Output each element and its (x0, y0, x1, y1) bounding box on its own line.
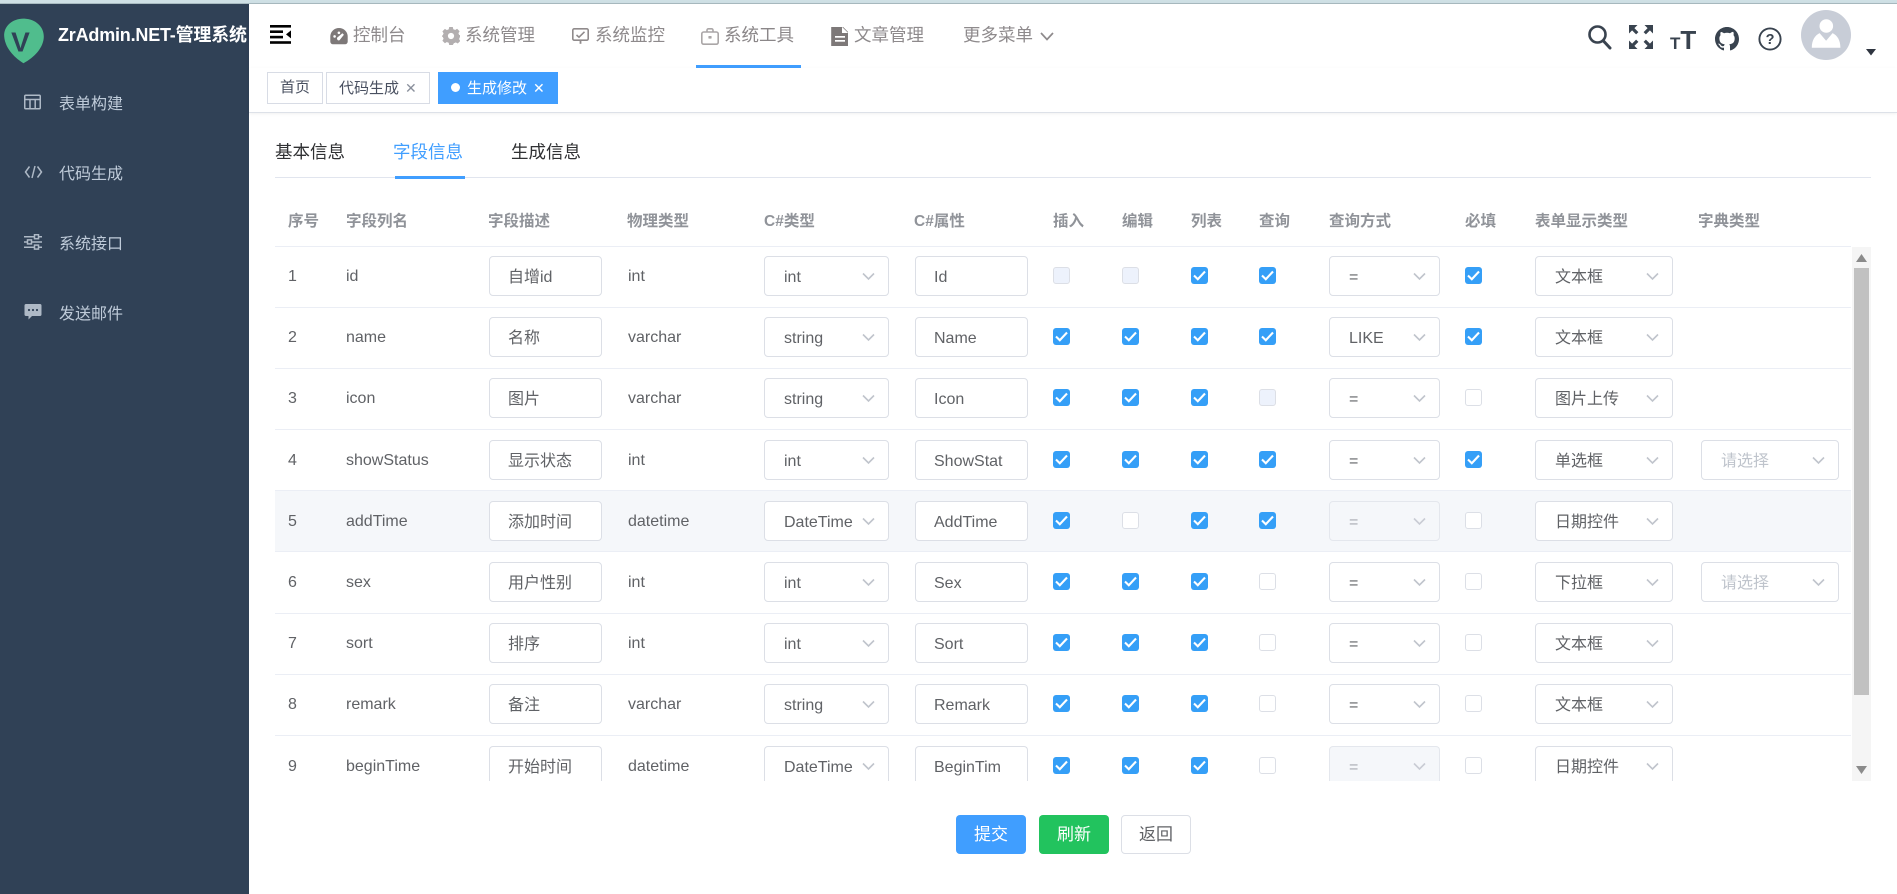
svg-text:?: ? (1766, 32, 1775, 48)
svg-text:V: V (11, 27, 30, 58)
